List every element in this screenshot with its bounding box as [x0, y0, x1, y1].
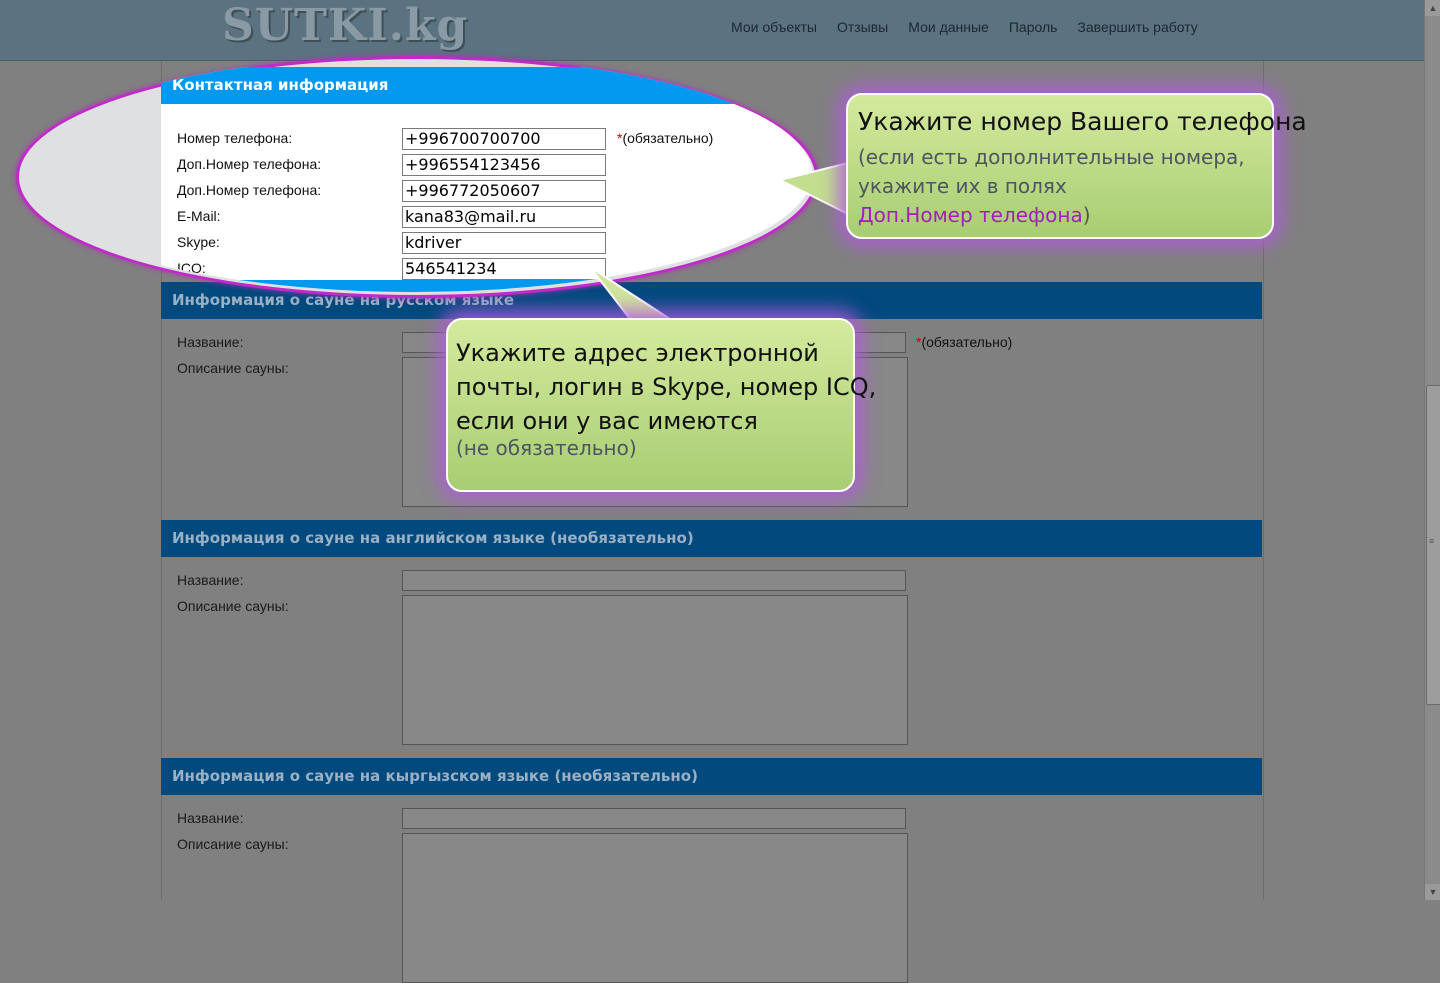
contact-highlight-area: Контактная информация Номер телефона: +9…: [16, 56, 812, 292]
phone-label: Номер телефона:: [177, 130, 293, 146]
icq-input[interactable]: 546541234: [402, 258, 606, 280]
section-header-contact: Контактная информация: [161, 67, 812, 104]
phone-required-note: *(обязательно): [617, 130, 714, 146]
nav-reviews[interactable]: Отзывы: [837, 19, 888, 35]
skype-label: Skype:: [177, 234, 220, 250]
phone-callout-body: (если есть дополнительные номера, укажит…: [858, 145, 1245, 227]
desc-label-russian: Описание сауны:: [177, 360, 289, 376]
desc-label-english: Описание сауны:: [177, 598, 289, 614]
nav-my-data[interactable]: Мои данные: [908, 19, 989, 35]
skype-input[interactable]: kdriver: [402, 232, 606, 254]
top-header: SUTKI.kg Мои объекты Отзывы Мои данные П…: [0, 0, 1424, 61]
email-callout-note: (не обязательно): [456, 436, 637, 460]
site-logo[interactable]: SUTKI.kg: [222, 0, 468, 52]
extra-phone-label-2: Доп.Номер телефона:: [177, 182, 322, 198]
contact-panel-footer: [161, 280, 812, 292]
name-input-kyrgyz[interactable]: [402, 808, 906, 829]
phone-callout: Укажите номер Вашего телефона (если есть…: [846, 93, 1307, 239]
section-header-kyrgyz: Информация о сауне на кыргызском языке (…: [161, 758, 1262, 795]
extra-phone-input-2[interactable]: +996772050607: [402, 180, 606, 202]
phone-callout-title: Укажите номер Вашего телефона: [858, 107, 1307, 136]
contact-panel: Контактная информация Номер телефона: +9…: [161, 67, 812, 292]
name-input-english[interactable]: [402, 570, 906, 591]
scroll-down-arrow-icon[interactable]: ▼: [1425, 884, 1440, 900]
desc-textarea-english[interactable]: [402, 595, 908, 745]
section-header-english: Информация о сауне на английском языке (…: [161, 520, 1262, 557]
extra-phone-label-1: Доп.Номер телефона:: [177, 156, 322, 172]
scroll-up-arrow-icon[interactable]: ▲: [1425, 0, 1440, 16]
icq-label: ICQ:: [177, 260, 206, 276]
email-callout-body: Укажите адрес электронной почты, логин в…: [456, 339, 877, 435]
name-label-russian: Название:: [177, 334, 244, 350]
nav-password[interactable]: Пароль: [1009, 19, 1058, 35]
scroll-thumb[interactable]: ≡: [1426, 385, 1440, 705]
phone-callout-highlight: Доп.Номер телефона: [858, 203, 1083, 227]
desc-label-kyrgyz: Описание сауны:: [177, 836, 289, 852]
main-nav: Мои объекты Отзывы Мои данные Пароль Зав…: [731, 19, 1198, 35]
email-label: E-Mail:: [177, 208, 221, 224]
required-note-russian: *(обязательно): [916, 334, 1013, 350]
email-input[interactable]: kana83@mail.ru: [402, 206, 606, 228]
name-label-kyrgyz: Название:: [177, 810, 244, 826]
email-callout: Укажите адрес электронной почты, логин в…: [446, 318, 876, 492]
vertical-scrollbar[interactable]: ▲ ≡ ▼: [1424, 0, 1440, 900]
extra-phone-input-1[interactable]: +996554123456: [402, 154, 606, 176]
phone-input[interactable]: +996700700700: [402, 128, 606, 150]
nav-logout[interactable]: Завершить работу: [1077, 19, 1197, 35]
nav-my-objects[interactable]: Мои объекты: [731, 19, 817, 35]
desc-textarea-kyrgyz[interactable]: [402, 833, 908, 983]
grip-icon: ≡: [1429, 536, 1435, 546]
name-label-english: Название:: [177, 572, 244, 588]
